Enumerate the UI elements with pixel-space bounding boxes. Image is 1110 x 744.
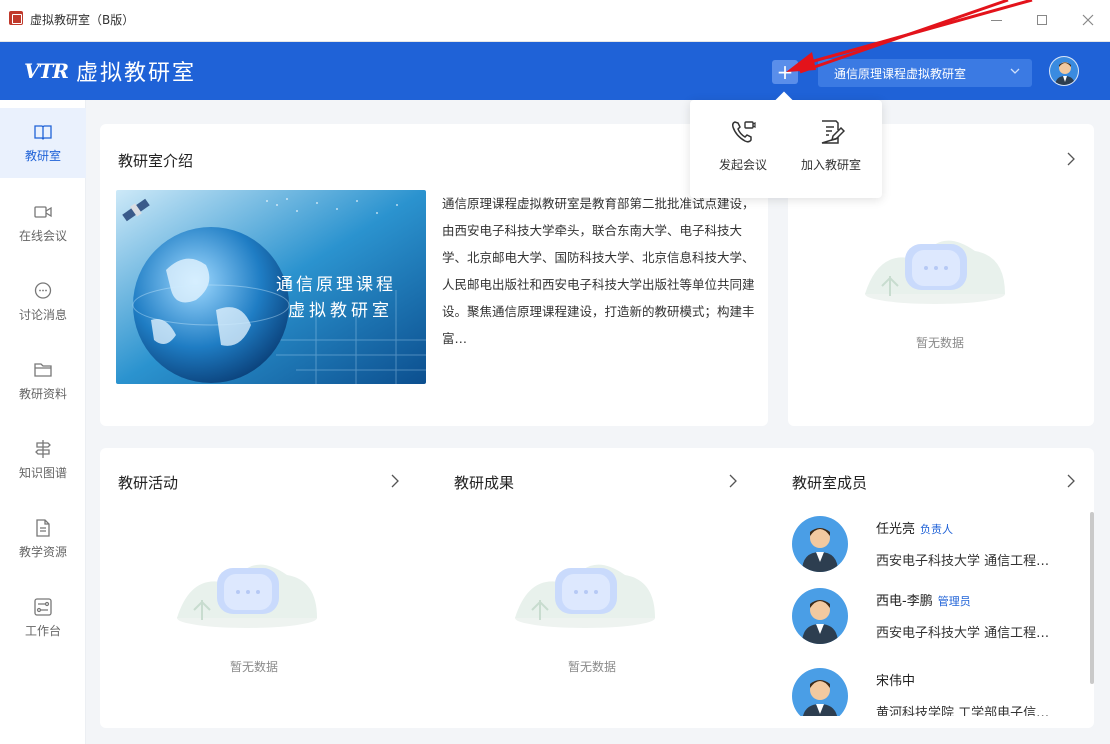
start-meeting-button[interactable]: 发起会议 [706,118,780,173]
phone-meeting-icon [732,121,756,143]
member-role-badge: 负责人 [920,523,954,536]
sidebar-item-discussion[interactable]: 讨论消息 [0,267,86,337]
intro-title: 教研室介绍 [118,152,194,170]
sidebar-item-workbench[interactable]: 工作台 [0,583,86,653]
list-item[interactable]: 宋伟中 黄河科技学院 工学部电子信… [792,668,1082,716]
empty-label: 暂无数据 [229,660,278,674]
member-name: 宋伟中 [876,674,916,689]
workbench-icon [34,598,52,616]
sidebar: 教研室 在线会议 讨论消息 教研资料 知识图谱 教学资源 工作台 [0,100,86,744]
avatar [792,588,848,644]
app-header: VTR 虚拟教研室 + 通信原理课程虚拟教研室 [0,42,1110,100]
members-list[interactable]: 任光亮 负责人 西安电子科技大学 通信工程… 西电-李鹏 管理员 西安电子科技大学 … [788,512,1088,716]
join-room-button[interactable]: 加入教研室 [794,118,868,173]
document-icon [36,519,50,537]
member-role-badge: 管理员 [937,595,971,608]
sidebar-item-label: 教学资源 [18,545,67,559]
chevron-right-icon[interactable] [1066,152,1076,166]
chevron-right-icon[interactable] [728,474,738,488]
banner-caption-2: 虚拟教研室 [288,301,393,321]
add-button[interactable]: + [772,60,798,84]
edit-document-icon [821,120,845,144]
empty-label: 暂无数据 [567,660,616,674]
member-name: 任光亮 负责人 [876,522,954,537]
members-scrollbar[interactable] [1090,512,1094,684]
empty-state-illustration [865,240,1005,304]
banner-caption-1: 通信原理课程 [276,275,396,295]
sidebar-item-online-meeting[interactable]: 在线会议 [0,188,86,258]
start-meeting-label: 发起会议 [718,158,767,172]
join-room-label: 加入教研室 [800,158,861,172]
maximize-icon[interactable] [1022,6,1062,34]
chevron-right-icon[interactable] [390,474,400,488]
sidebar-item-label: 教研资料 [18,387,67,401]
empty-state-illustration [515,564,655,628]
room-select-value: 通信原理课程虚拟教研室 [834,66,967,81]
logo-mark: VTR [24,59,69,83]
room-select-dropdown[interactable]: 通信原理课程虚拟教研室 [818,59,1032,87]
chat-bubble-icon [34,282,52,299]
avatar [792,516,848,572]
sidebar-item-label: 教研室 [24,149,61,163]
sidebar-item-label: 讨论消息 [18,308,67,322]
intro-banner-image[interactable]: 通信原理课程 虚拟教研室 [116,190,426,384]
folder-icon [34,363,52,377]
member-org: 西安电子科技大学 通信工程… [876,626,1050,641]
sidebar-item-knowledge-graph[interactable]: 知识图谱 [0,425,86,495]
video-icon [34,206,52,218]
member-org: 黄河科技学院 工学部电子信… [876,706,1050,716]
empty-state-illustration [177,564,317,628]
close-icon[interactable] [1068,6,1108,34]
empty-label: 暂无数据 [915,336,964,350]
intro-description: 通信原理课程虚拟教研室是教育部第二批批准试点建设，由西安电子科技大学牵头，联合东… [442,196,755,346]
logo: VTR 虚拟教研室 [24,55,196,87]
members-title: 教研室成员 [792,474,868,492]
window-titlebar: 虚拟教研室（B版） [0,0,1110,42]
minimize-icon[interactable] [976,6,1016,34]
sidebar-item-materials[interactable]: 教研资料 [0,346,86,416]
sidebar-item-teaching-resources[interactable]: 教学资源 [0,504,86,574]
add-popover-menu: 发起会议 加入教研室 [690,100,882,198]
chevron-right-icon[interactable] [1066,474,1076,488]
chevron-down-icon [1010,68,1020,74]
user-avatar[interactable] [1049,56,1079,86]
window-title: 虚拟教研室（B版） [30,13,135,27]
avatar [792,668,848,716]
results-title: 教研成果 [454,474,515,492]
book-icon [34,125,52,140]
member-name: 西电-李鹏 管理员 [876,594,971,609]
sidebar-item-label: 工作台 [24,624,61,638]
sidebar-item-label: 知识图谱 [18,466,67,480]
sidebar-item-teaching-room[interactable]: 教研室 [0,108,86,178]
sidebar-item-label: 在线会议 [18,229,67,243]
activities-title: 教研活动 [118,474,179,492]
list-item[interactable]: 西电-李鹏 管理员 西安电子科技大学 通信工程… [792,588,1082,664]
app-icon [9,11,23,25]
list-item[interactable]: 任光亮 负责人 西安电子科技大学 通信工程… [792,516,1082,592]
member-org: 西安电子科技大学 通信工程… [876,554,1050,569]
signpost-icon [35,440,51,458]
logo-text: 虚拟教研室 [76,61,197,86]
